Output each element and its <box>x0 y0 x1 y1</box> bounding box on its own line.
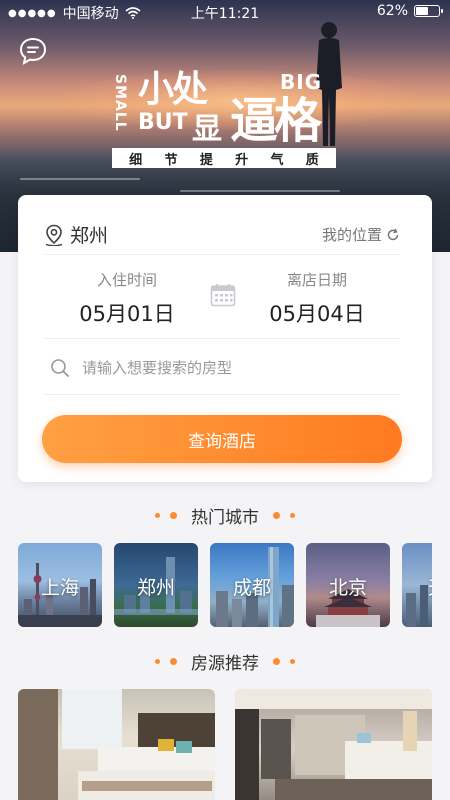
search-hotel-button[interactable]: 查询酒店 <box>42 415 402 463</box>
city-name: 成都 <box>232 577 271 599</box>
city-card-zhengzhou[interactable]: 郑州 <box>114 543 198 627</box>
hot-cities-title: 热门城市 <box>191 507 259 528</box>
location-pin-icon <box>45 224 63 246</box>
city-row[interactable]: 郑州 我的位置 <box>44 215 400 255</box>
date-selector: 入住时间 05月01日 离店日期 05月04日 <box>44 257 400 339</box>
slogan-small-en: SMALL <box>112 74 128 132</box>
message-icon[interactable] <box>18 36 48 66</box>
room-card[interactable] <box>18 689 215 800</box>
hot-cities-header: 热门城市 <box>0 503 450 528</box>
hero-slogan: SMALL 小处 BUT 显 逼格 BIG 细 节 提 升 气 质 <box>112 70 338 170</box>
search-card: 郑州 我的位置 入住时间 05月01日 离店日期 05月04日 请输入想要搜索的… <box>18 195 432 482</box>
city-card-partial[interactable]: 天 <box>402 543 432 627</box>
battery-icon <box>414 5 443 17</box>
refresh-icon <box>387 228 399 240</box>
room-image <box>235 689 432 800</box>
city-card-chengdu[interactable]: 成都 <box>210 543 294 627</box>
slogan-big-cn: 逼格 <box>230 93 322 149</box>
calendar-icon <box>210 284 236 307</box>
checkout-field[interactable]: 离店日期 05月04日 <box>252 269 382 328</box>
city-card-shanghai[interactable]: 上海 <box>18 543 102 627</box>
room-list <box>18 689 432 800</box>
slogan-tagline: 细 节 提 升 气 质 <box>112 148 336 168</box>
room-image <box>18 689 215 800</box>
rooms-header: 房源推荐 <box>0 649 450 674</box>
city-name: 北京 <box>328 577 367 599</box>
selected-city[interactable]: 郑州 <box>70 221 108 248</box>
hot-cities-list[interactable]: 上海 郑州 成都 北京 <box>18 543 432 627</box>
city-name: 郑州 <box>136 577 175 599</box>
slogan-but: BUT <box>138 110 188 135</box>
checkin-field[interactable]: 入住时间 05月01日 <box>62 269 192 328</box>
room-search-row[interactable] <box>44 341 400 395</box>
battery-percent: 62% <box>376 3 408 19</box>
hotel-home-screen: SMALL 小处 BUT 显 逼格 BIG 细 节 提 升 气 质 ●●●●● … <box>0 0 450 800</box>
search-icon <box>51 358 69 377</box>
slogan-xian: 显 <box>192 112 222 147</box>
status-bar: ●●●●● 中国移动 上午11:21 62% <box>0 0 450 24</box>
checkout-label: 离店日期 <box>286 271 347 289</box>
rooms-title: 房源推荐 <box>191 653 259 674</box>
my-location-label: 我的位置 <box>321 226 382 244</box>
slogan-big-en: BIG <box>280 70 323 94</box>
city-card-beijing[interactable]: 北京 <box>306 543 390 627</box>
city-name: 天 <box>428 573 432 600</box>
room-card[interactable] <box>235 689 432 800</box>
checkin-date[interactable]: 05月01日 <box>62 298 192 328</box>
my-location-button[interactable]: 我的位置 <box>322 224 400 245</box>
checkout-date[interactable]: 05月04日 <box>252 298 382 328</box>
checkin-label: 入住时间 <box>96 271 157 289</box>
city-name: 上海 <box>40 577 79 599</box>
room-search-input[interactable] <box>82 358 382 377</box>
slogan-small-cn: 小处 <box>138 69 208 110</box>
